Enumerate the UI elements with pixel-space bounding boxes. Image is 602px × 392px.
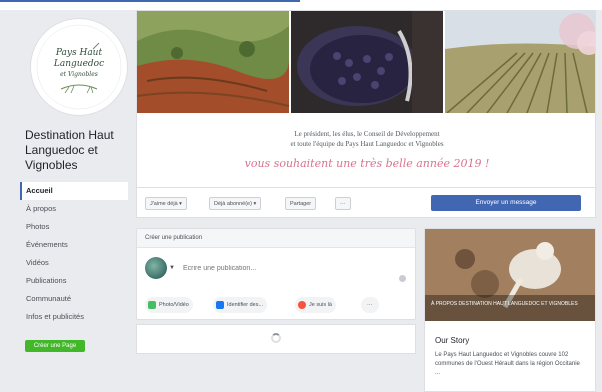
share-button[interactable]: Partager bbox=[285, 197, 317, 210]
create-post-card: Créer une publication ▼ Photo/Vidéo Iden… bbox=[136, 228, 416, 320]
cover-landscape-image bbox=[137, 11, 595, 113]
create-post-header[interactable]: Créer une publication bbox=[137, 229, 415, 248]
nav-posts[interactable]: Publications bbox=[20, 272, 128, 290]
avatar[interactable] bbox=[145, 257, 167, 279]
logo-line-3: et Vignobles bbox=[60, 71, 98, 78]
nav-photos[interactable]: Photos bbox=[20, 218, 128, 236]
page-title: Destination Haut Languedoc et Vignobles bbox=[25, 128, 114, 172]
photo-video-label: Photo/Vidéo bbox=[159, 302, 189, 308]
logo-graphic: Pays Haut Languedoc et Vignobles bbox=[36, 24, 122, 110]
cover-line-1: Le président, les élus, le Conseil de Dé… bbox=[294, 130, 440, 138]
more-options-button[interactable]: ··· bbox=[361, 297, 379, 313]
page-logo[interactable]: Pays Haut Languedoc et Vignobles bbox=[30, 18, 128, 116]
our-story-card[interactable]: À PROPOS DESTINATION HAUT LANGUEDOC ET V… bbox=[424, 228, 596, 392]
cover-line-2: et toute l'équipe du Pays Haut Languedoc… bbox=[290, 140, 444, 148]
logo-line-1: Pays Haut bbox=[55, 48, 103, 58]
logo-line-2: Languedoc bbox=[53, 59, 104, 69]
tag-people-icon bbox=[216, 301, 224, 309]
nav-community[interactable]: Communauté bbox=[20, 290, 128, 308]
cover-wishes: vous souhaitent une très belle année 201… bbox=[244, 157, 490, 170]
story-description: Le Pays Haut Languedoc et Vignobles couv… bbox=[435, 352, 580, 376]
nav-videos[interactable]: Vidéos bbox=[20, 254, 128, 272]
more-actions-button[interactable]: ··· bbox=[335, 197, 351, 210]
nav-about[interactable]: À propos bbox=[20, 200, 128, 218]
tag-people-label: Identifier des... bbox=[227, 302, 264, 308]
nav-home[interactable]: Accueil bbox=[20, 182, 128, 200]
follow-button[interactable]: Déjà abonné(e) ▾ bbox=[209, 197, 262, 210]
photo-video-button[interactable]: Photo/Vidéo bbox=[145, 297, 193, 313]
tag-people-button[interactable]: Identifier des... bbox=[213, 297, 268, 313]
story-image-caption: À PROPOS DESTINATION HAUT LANGUEDOC ET V… bbox=[431, 301, 578, 307]
page-action-bar: J'aime déjà ▾ Déjà abonné(e) ▾ Partager … bbox=[136, 188, 596, 218]
emoji-icon[interactable] bbox=[399, 275, 406, 282]
post-input[interactable] bbox=[183, 261, 383, 275]
create-page-button[interactable]: Créer une Page bbox=[25, 340, 85, 352]
location-pin-icon bbox=[298, 301, 306, 309]
top-bar bbox=[0, 0, 602, 10]
top-accent bbox=[0, 0, 300, 2]
send-message-button[interactable]: Envoyer un message bbox=[431, 195, 581, 211]
checkin-label: Je suis là bbox=[309, 302, 332, 308]
cover-photo-strip bbox=[137, 11, 595, 113]
story-title: Our Story bbox=[435, 336, 470, 345]
nav-events[interactable]: Événements bbox=[20, 236, 128, 254]
like-button[interactable]: J'aime déjà ▾ bbox=[145, 197, 187, 210]
composer-actions: Photo/Vidéo Identifier des... Je suis là… bbox=[145, 297, 409, 313]
chevron-down-icon[interactable]: ▼ bbox=[169, 265, 175, 271]
cover-greeting: Le président, les élus, le Conseil de Dé… bbox=[137, 129, 595, 170]
checkin-button[interactable]: Je suis là bbox=[295, 297, 336, 313]
photo-icon bbox=[148, 301, 156, 309]
cover-photo[interactable]: Le président, les élus, le Conseil de Dé… bbox=[136, 10, 596, 188]
feed-loading bbox=[136, 324, 416, 354]
page-nav: Accueil À propos Photos Événements Vidéo… bbox=[20, 182, 128, 326]
loading-spinner-icon bbox=[271, 333, 281, 343]
nav-info-ads[interactable]: Infos et publicités bbox=[20, 308, 128, 326]
